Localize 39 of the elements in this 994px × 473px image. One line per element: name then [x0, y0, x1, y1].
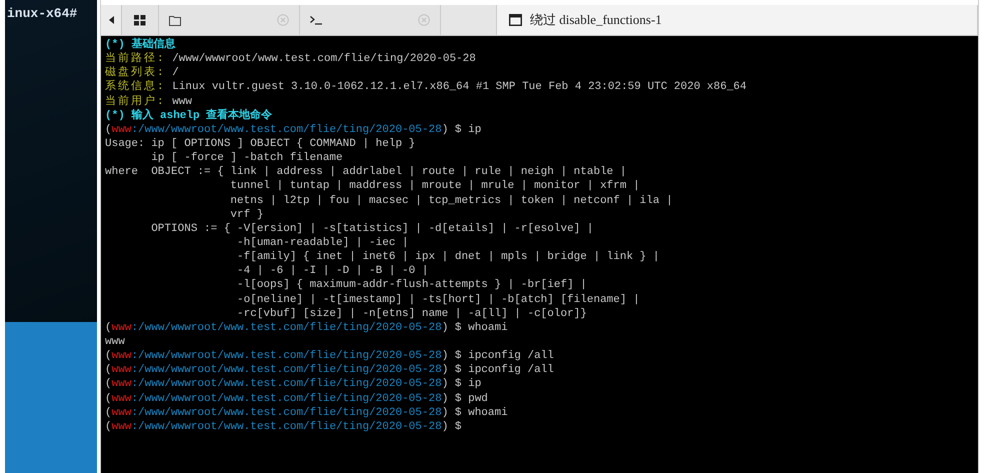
terminal-line: ip [ -force ] -batch filename [150, 151, 344, 166]
close-icon[interactable] [418, 14, 430, 26]
terminal-line: OPTIONS := { -V[ersion] | -s[tatistics] | -d[etails] | -r[esolve] | [150, 222, 594, 236]
terminal-line: -l[oops] { maximum-addr-flush-attempts } | -br[ief] | [236, 278, 588, 293]
terminal-line: (www:/www/wwwroot/www.test.com/flie/ting/2020-05-28) $ ip [105, 377, 482, 392]
terminal-line: -rc[vbuf] [size] | -n[etns] name | -a[ll] | -c[olor]} [236, 306, 588, 321]
terminal-line: -o[neline] | -t[imestamp] | -ts[hort] | -b[atch] [filename] | [236, 292, 641, 307]
terminal-line: (*) 基础信息 [105, 38, 176, 52]
folder-icon [169, 14, 181, 26]
terminal-line: tunnel | tuntap | maddress | mroute | mrule | monitor | xfrm | [229, 179, 641, 194]
terminal-line: (www:/www/wwwroot/www.test.com/flie/ting/2020-05-28) $ ipconfig /all [105, 349, 555, 364]
terminal-line: (www:/www/wwwroot/www.test.com/flie/ting/2020-05-28) $ ipconfig /all [105, 363, 555, 378]
terminal-line: -4 | -6 | -I | -D | -B | -0 | [236, 264, 430, 278]
terminal-line: vrf } [229, 208, 264, 222]
terminal-line: www [105, 334, 126, 350]
scroll-left-button[interactable] [101, 5, 122, 35]
terminal-line: 磁盘列表: / [105, 66, 180, 80]
terminal-line: (*) 输入 ashelp 查看本地命令 [105, 108, 274, 123]
terminal-text: inux-x64# [6, 5, 78, 21]
close-icon[interactable] [277, 14, 289, 26]
tab[interactable]: 绕过 disable_functions-1 [496, 5, 978, 35]
terminal-line: (www:/www/wwwroot/www.test.com/flie/ting/2020-05-28) $ ip [105, 122, 482, 137]
terminal-line: -f[amily] { inet | inet6 | ipx | dnet | mpls | bridge | link } | [236, 250, 660, 264]
terminal-line: (www:/www/wwwroot/www.test.com/flie/ting/2020-05-28) $ whoami [105, 406, 509, 420]
terminal-line: netns | l2tp | fou | macsec | tcp_metrics | token | netconf | ila | [229, 194, 674, 208]
terminal-line: 系统信息: Linux vultr.guest 3.10.0-1062.12.1.el7.x86_64 #1 SMP Tue Feb 4 23:02:59 UTC 2020 x86_64 [105, 80, 748, 94]
terminal-line: (www:/www/wwwroot/www.test.com/flie/ting/2020-05-28) $ [105, 420, 462, 434]
terminal-line: -h[uman-readable] | -iec | [236, 236, 410, 250]
caret-left-icon [108, 16, 114, 24]
window-icon [509, 14, 522, 26]
terminal-line: 当前路径: /www/wwwroot/www.test.com/flie/ting/2020-05-28 [105, 52, 477, 66]
grid-icon [134, 14, 146, 26]
tab-title: 绕过 disable_functions-1 [530, 11, 662, 29]
terminal-line: (www:/www/wwwroot/www.test.com/flie/ting/2020-05-28) $ pwd [105, 392, 489, 406]
terminal-line: (www:/www/wwwroot/www.test.com/flie/ting/2020-05-28) $ whoami [105, 320, 509, 335]
terminal-line: Usage: ip [ OPTIONS ] OBJECT { COMMAND | help } [105, 136, 416, 152]
terminal-line: 当前用户: www [105, 94, 194, 108]
terminal-line: where OBJECT := { link | address | addrlabel | route | rule | neigh | ntable | [105, 165, 628, 180]
terminal-icon [310, 15, 323, 25]
